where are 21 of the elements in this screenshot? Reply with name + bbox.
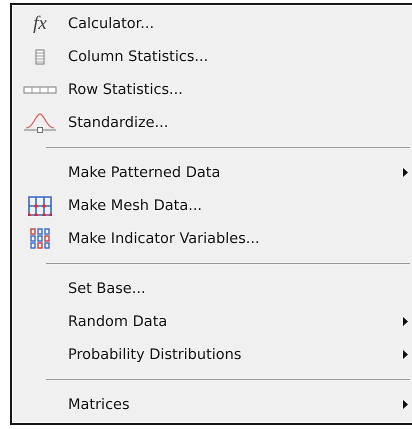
menu-item[interactable]: Make Patterned Data [68, 164, 403, 180]
function-icon: fx [33, 14, 47, 33]
menu-item[interactable]: Probability Distributions [68, 346, 403, 362]
menu-item[interactable]: Standardize... [68, 114, 412, 130]
menu-item[interactable]: Make Mesh Data... [68, 198, 412, 214]
submenu-arrow-icon [403, 168, 408, 177]
menu-item[interactable]: Column Statistics... [68, 48, 412, 64]
menu-item[interactable]: Matrices [68, 396, 403, 412]
menu-item[interactable]: Row Statistics... [68, 82, 412, 98]
submenu-arrow-icon [403, 317, 408, 326]
row-icon [23, 86, 57, 94]
menu-item[interactable]: Make Indicator Variables... [68, 230, 412, 246]
menu-item[interactable]: Calculator... [68, 16, 412, 32]
indicator-grid-icon [30, 228, 50, 250]
submenu-arrow-icon [403, 350, 408, 359]
menu-item[interactable]: Set Base... [68, 280, 412, 296]
bell-curve-icon [23, 112, 57, 134]
submenu-arrow-icon [403, 400, 408, 409]
menu-item[interactable]: Random Data [68, 314, 403, 330]
column-icon [35, 48, 45, 64]
mesh-grid-icon [28, 196, 52, 216]
